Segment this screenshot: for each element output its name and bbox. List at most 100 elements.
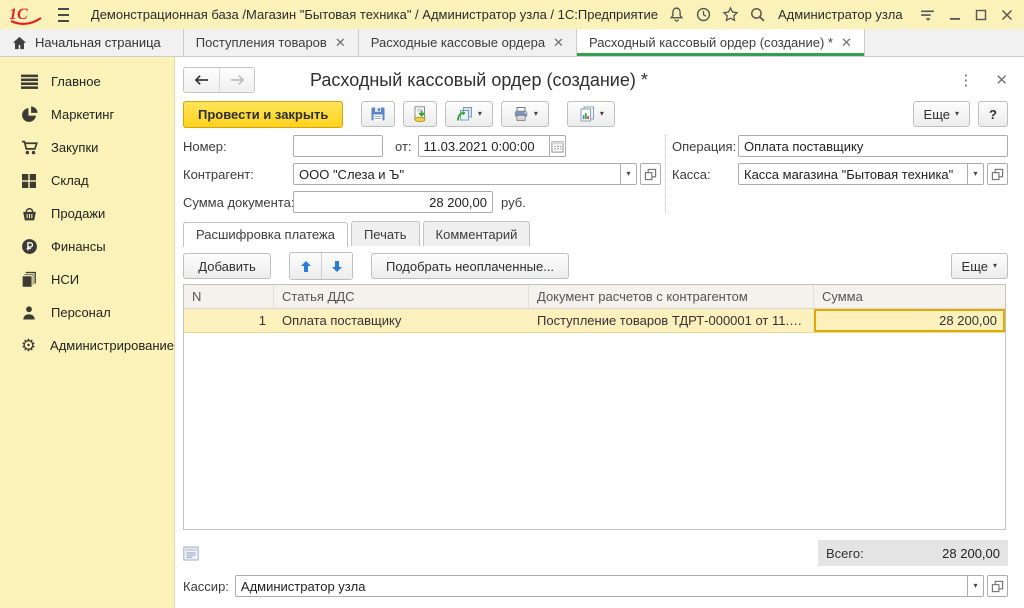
form-close-icon[interactable]: ✕	[995, 71, 1008, 89]
tab-close-icon[interactable]: ✕	[841, 36, 852, 49]
ruble-circle-icon	[20, 238, 38, 255]
close-window-icon[interactable]	[1000, 4, 1014, 26]
shopping-cart-icon	[20, 139, 38, 156]
cashbox-dropdown-icon[interactable]: ▾	[967, 163, 984, 185]
stacked-docs-icon	[20, 271, 38, 288]
print-button[interactable]: ▾	[501, 101, 549, 127]
tab-rashodnyi-kassovyi-order-active[interactable]: Расходный кассовый ордер (создание) * ✕	[577, 29, 865, 56]
back-button[interactable]	[184, 68, 219, 92]
column-header-n[interactable]: N	[184, 285, 274, 308]
tab-home-label: Начальная страница	[35, 35, 161, 50]
column-header-doc[interactable]: Документ расчетов с контрагентом	[529, 285, 814, 308]
home-icon	[12, 36, 27, 50]
cashier-input[interactable]	[235, 575, 967, 597]
person-icon	[20, 304, 38, 321]
column-header-dds[interactable]: Статья ДДС	[274, 285, 529, 308]
tab-pechat[interactable]: Печать	[351, 221, 420, 246]
favorites-star-icon[interactable]	[722, 4, 739, 26]
more-button[interactable]: Еще ▾	[913, 101, 970, 127]
post-and-close-button[interactable]: Провести и закрыть	[183, 101, 343, 128]
table-empty-area[interactable]	[184, 333, 1005, 529]
window-tabbar: Начальная страница Поступления товаров ✕…	[0, 29, 1024, 57]
cashier-open-icon[interactable]	[987, 575, 1008, 597]
calendar-icon[interactable]	[549, 135, 566, 157]
cashbox-input[interactable]	[738, 163, 967, 185]
sidebar-item-label: Главное	[51, 74, 101, 89]
dropdown-caret-icon: ▾	[478, 110, 482, 118]
amount-input[interactable]	[293, 191, 493, 213]
sidebar-item-marketing[interactable]: Маркетинг	[0, 98, 174, 131]
tab-close-icon[interactable]: ✕	[335, 36, 346, 49]
tab-home[interactable]: Начальная страница	[0, 29, 184, 56]
dropdown-caret-icon: ▾	[600, 110, 604, 118]
date-prefix-label: от:	[395, 139, 412, 154]
help-button[interactable]: ?	[978, 101, 1008, 127]
cell-dds-item[interactable]: Оплата поставщику	[274, 309, 529, 332]
sections-sidebar: Главное Маркетинг Закупки Склад	[0, 57, 175, 608]
service-menu-icon[interactable]	[919, 4, 936, 26]
sidebar-item-label: Склад	[51, 173, 89, 188]
minimize-icon[interactable]	[948, 4, 962, 26]
counterparty-dropdown-icon[interactable]: ▾	[620, 163, 637, 185]
sidebar-item-label: Закупки	[51, 140, 98, 155]
move-row-up-icon[interactable]	[290, 253, 321, 279]
sidebar-item-nsi[interactable]: НСИ	[0, 263, 174, 296]
save-button[interactable]	[361, 101, 395, 127]
cashbox-open-icon[interactable]	[987, 163, 1008, 185]
cashier-label: Кассир:	[183, 579, 229, 594]
sidebar-item-prodazhi[interactable]: Продажи	[0, 197, 174, 230]
cashier-dropdown-icon[interactable]: ▾	[967, 575, 984, 597]
tab-close-icon[interactable]: ✕	[553, 36, 564, 49]
cell-settlement-document[interactable]: Поступление товаров ТДРТ-000001 от 11.03…	[529, 309, 814, 332]
tab-rashodnye-kassovye-ordera[interactable]: Расходные кассовые ордера ✕	[359, 29, 577, 56]
operation-label: Операция:	[672, 139, 738, 154]
number-input[interactable]	[293, 135, 383, 157]
sidebar-item-zakupki[interactable]: Закупки	[0, 131, 174, 164]
date-input[interactable]	[418, 135, 549, 157]
sidebar-item-administrirovanie[interactable]: ⚙ Администрирование	[0, 329, 174, 362]
move-row-down-icon[interactable]	[321, 253, 352, 279]
counterparty-input[interactable]	[293, 163, 620, 185]
tab-rasshifrovka-platezha[interactable]: Расшифровка платежа	[183, 222, 348, 247]
reports-button[interactable]: ▾	[567, 101, 615, 127]
gear-icon: ⚙	[20, 337, 37, 354]
app-title: Демонстрационная база /Магазин "Бытовая …	[91, 7, 658, 22]
counterparty-open-icon[interactable]	[640, 163, 661, 185]
table-more-button[interactable]: Еще ▾	[951, 253, 1008, 279]
main-lines-icon	[20, 73, 38, 90]
total-box: Всего: 28 200,00	[818, 540, 1008, 566]
number-label: Номер:	[183, 139, 293, 154]
form-menu-kebab-icon[interactable]: ⋮	[958, 71, 973, 89]
form-header: Расходный кассовый ордер (создание) * ⋮ …	[183, 63, 1008, 97]
sidebar-item-glavnoe[interactable]: Главное	[0, 65, 174, 98]
pie-chart-icon	[20, 106, 38, 123]
current-user[interactable]: Администратор узла	[778, 7, 903, 22]
tab-label: Комментарий	[436, 227, 518, 242]
pick-unpaid-button[interactable]: Подобрать неоплаченные...	[371, 253, 569, 279]
tab-postupleniya-tovarov[interactable]: Поступления товаров ✕	[184, 29, 359, 56]
dropdown-caret-icon: ▾	[993, 262, 997, 270]
column-header-sum[interactable]: Сумма	[814, 285, 1005, 308]
cell-row-number[interactable]: 1	[184, 309, 274, 332]
sidebar-item-personal[interactable]: Персонал	[0, 296, 174, 329]
post-document-button[interactable]	[403, 101, 437, 127]
forward-button[interactable]	[219, 68, 254, 92]
fields-separator	[665, 135, 666, 213]
table-row[interactable]: 1 Оплата поставщику Поступление товаров …	[184, 309, 1005, 333]
operation-input[interactable]	[738, 135, 1008, 157]
list-view-icon[interactable]	[183, 546, 199, 561]
create-based-on-button[interactable]: ▾	[445, 101, 493, 127]
tab-kommentarii[interactable]: Комментарий	[423, 221, 531, 246]
tab-label: Расшифровка платежа	[196, 227, 335, 242]
main-menu-icon[interactable]	[58, 8, 69, 22]
sidebar-item-sklad[interactable]: Склад	[0, 164, 174, 197]
maximize-icon[interactable]	[974, 4, 988, 26]
notifications-bell-icon[interactable]	[668, 4, 685, 26]
sidebar-item-finansy[interactable]: Финансы	[0, 230, 174, 263]
currency-label: руб.	[501, 195, 526, 210]
application-window: 1С Демонстрационная база /Магазин "Бытов…	[0, 0, 1024, 608]
history-icon[interactable]	[695, 4, 712, 26]
cell-sum-selected[interactable]: 28 200,00	[814, 309, 1005, 332]
add-row-button[interactable]: Добавить	[183, 253, 271, 279]
search-icon[interactable]	[749, 4, 766, 26]
